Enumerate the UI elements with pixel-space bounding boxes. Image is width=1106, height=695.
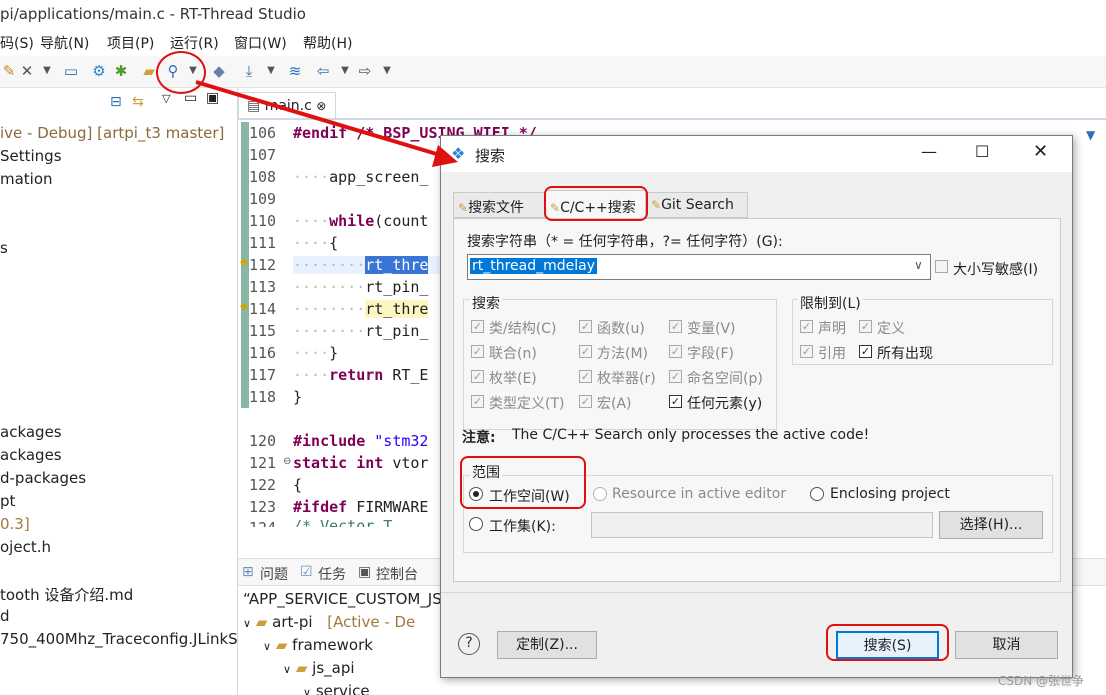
annotation-box-scope xyxy=(460,456,586,509)
annotation-arrow xyxy=(195,80,458,167)
watermark-text: CSDN @张世争 xyxy=(998,674,1085,688)
annotation-box-c-cpp-tab xyxy=(544,186,648,221)
annotation-box-search-button xyxy=(826,624,949,661)
